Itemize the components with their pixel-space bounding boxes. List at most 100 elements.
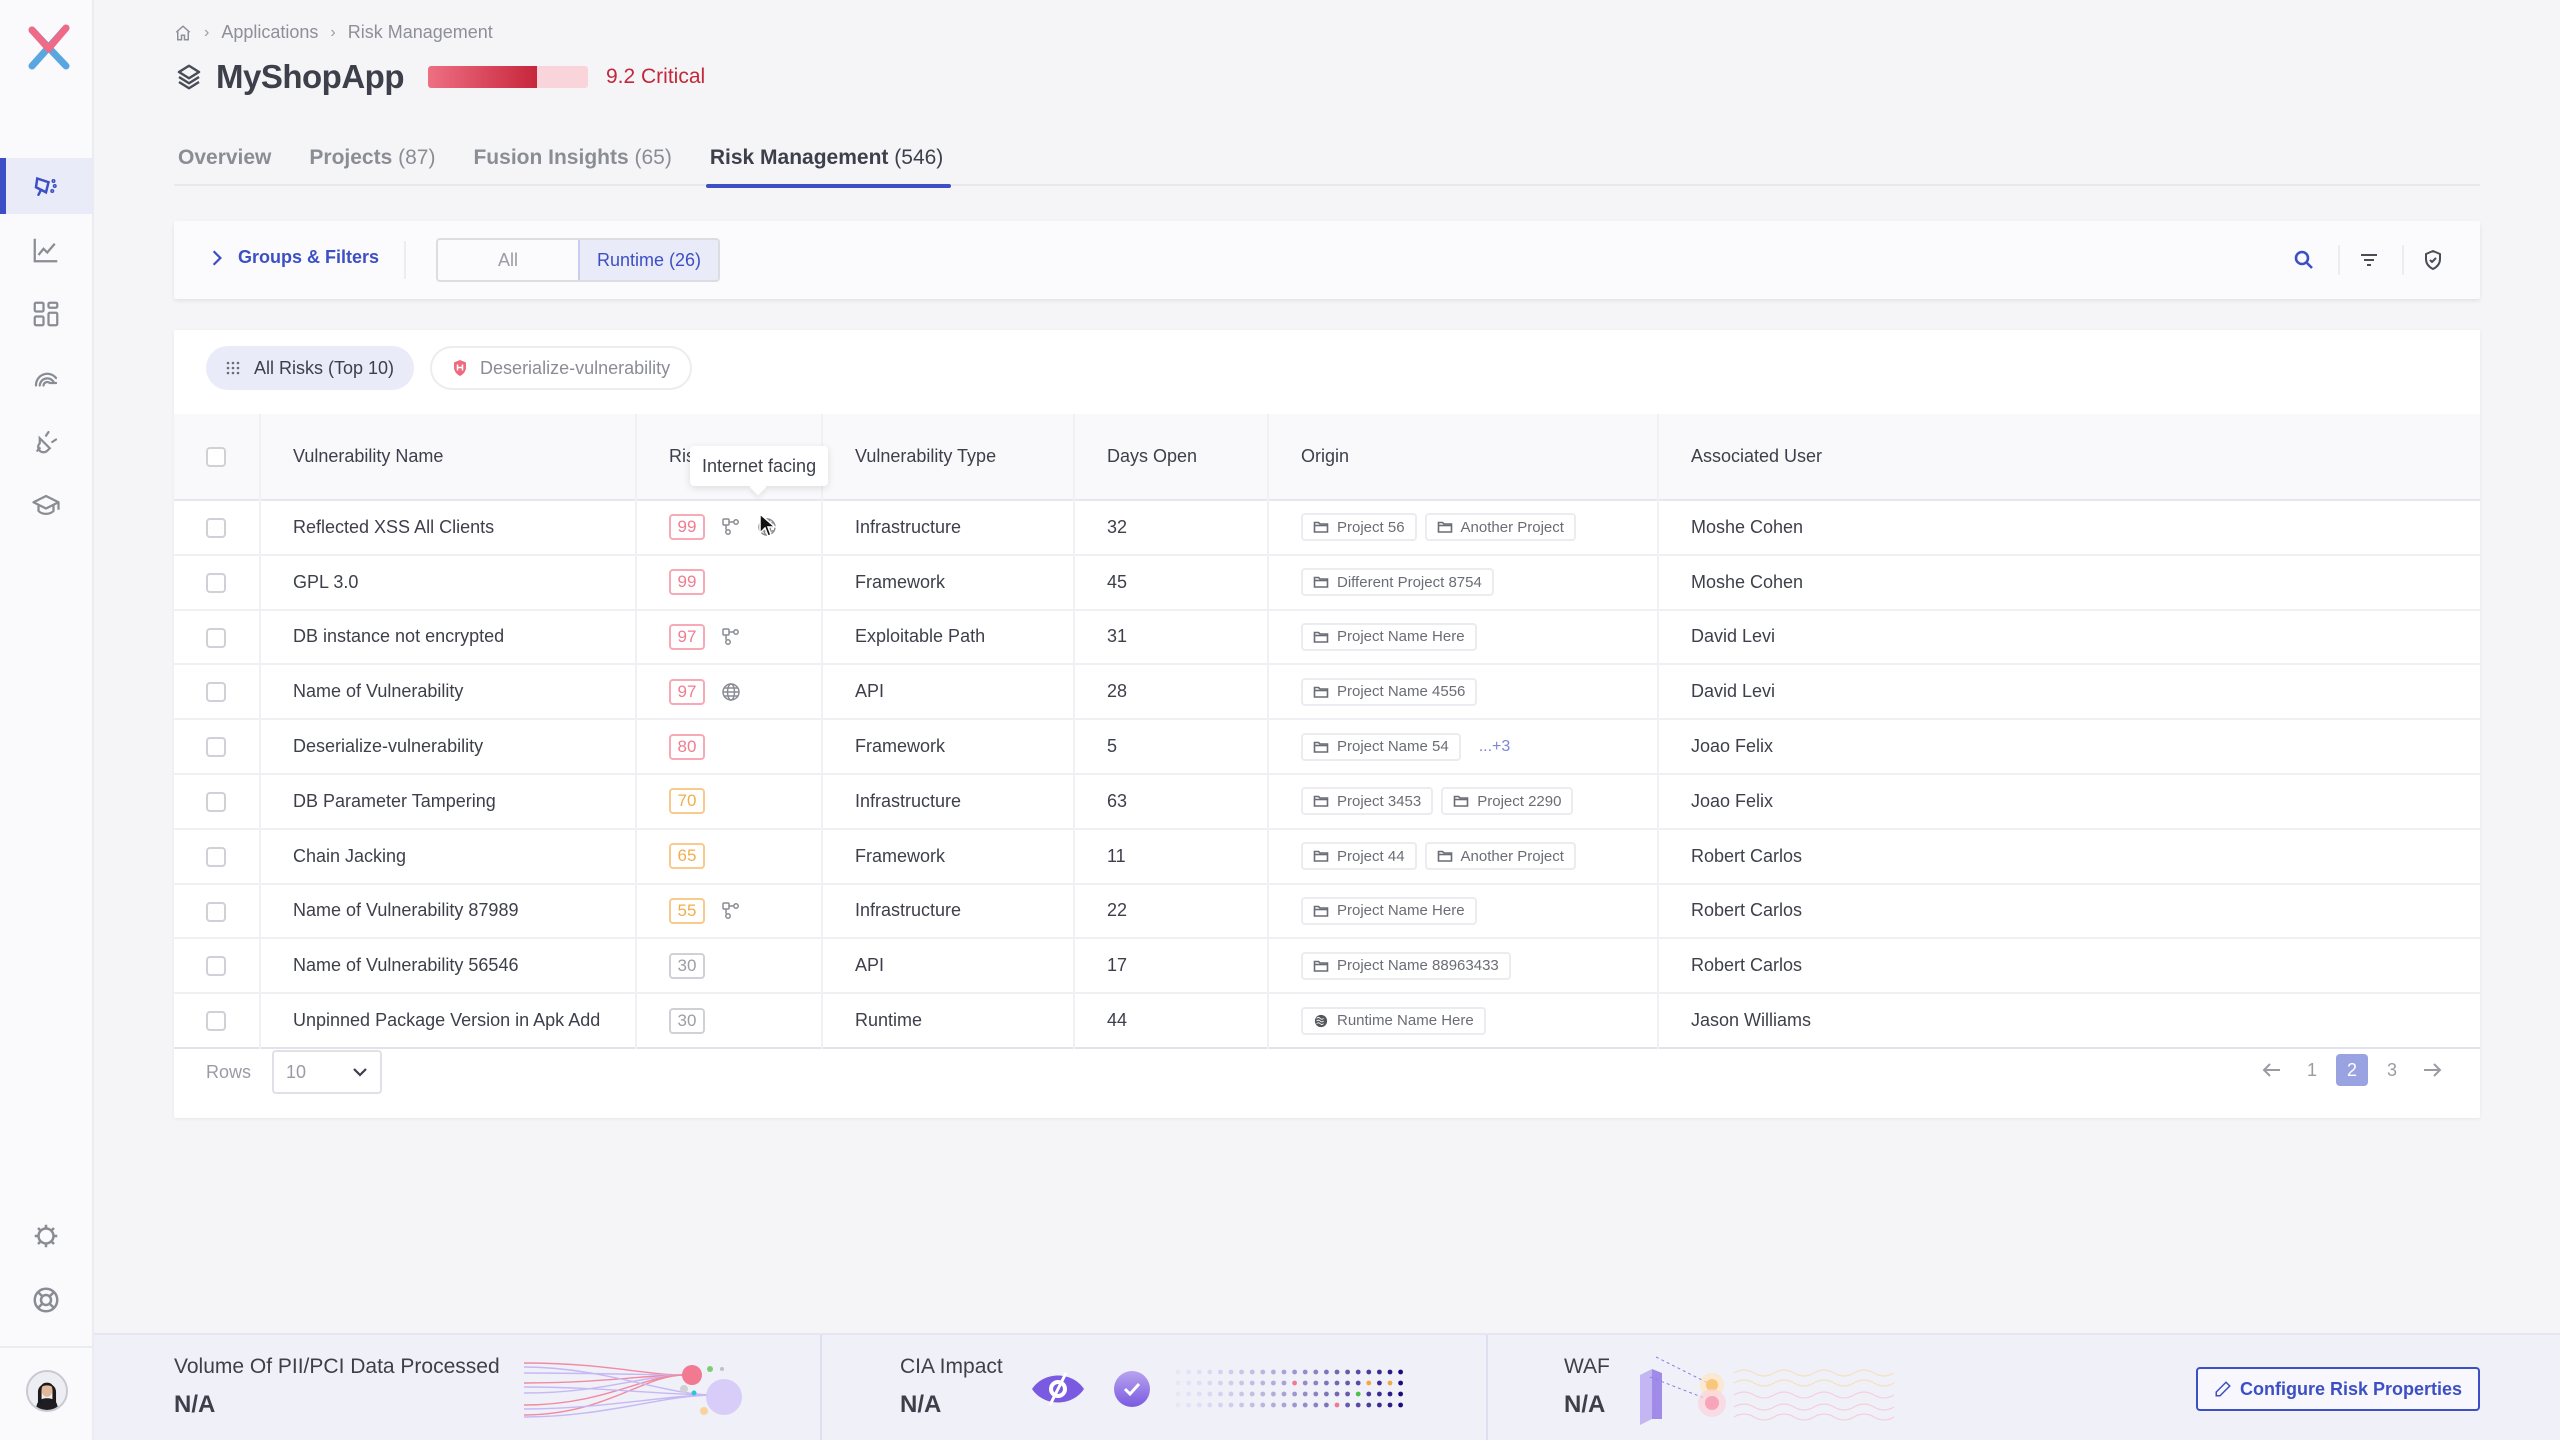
exploitable-path-icon[interactable] [721, 901, 741, 921]
row-checkbox[interactable] [206, 627, 226, 648]
groups-filters-toggle[interactable]: Groups & Filters [210, 247, 379, 268]
rows-per-page-select[interactable]: 10 [272, 1050, 382, 1094]
sidebar-divider [0, 1346, 92, 1348]
pagination: 1 2 3 [2256, 1054, 2448, 1086]
header-associated-user[interactable]: Associated User [1658, 414, 2480, 500]
table-row[interactable]: Chain Jacking 65 Framework 11 Project 44 Anot… [174, 828, 2480, 884]
configure-risk-properties-button[interactable]: Configure Risk Properties [2196, 1367, 2480, 1411]
table-row[interactable]: Name of Vulnerability 97 API 28 Project Name… [174, 664, 2480, 720]
row-checkbox[interactable] [206, 572, 226, 593]
table-row[interactable]: GPL 3.0 99 Framework 45 Different Project 87… [174, 554, 2480, 610]
next-page-button[interactable] [2416, 1054, 2448, 1086]
nav-help[interactable] [0, 1272, 92, 1328]
shield-button[interactable] [2416, 243, 2450, 277]
pencil-icon [2215, 1381, 2231, 1397]
origin-tag[interactable]: Project 2290 [1441, 787, 1574, 816]
shield-h-icon [454, 360, 467, 376]
cell-vulnerability-name[interactable]: GPL 3.0 [260, 554, 637, 610]
search-button[interactable] [2287, 243, 2321, 277]
row-checkbox[interactable] [206, 846, 226, 867]
row-checkbox[interactable] [206, 518, 226, 539]
tab-risk-management[interactable]: Risk Management (546) [705, 140, 952, 188]
cell-vulnerability-name[interactable]: Name of Vulnerability 87989 [260, 883, 637, 939]
header-vulnerability-name[interactable]: Vulnerability Name [260, 414, 637, 500]
layers-icon [177, 64, 201, 90]
origin-tag[interactable]: Another Project [1424, 842, 1576, 871]
row-checkbox[interactable] [206, 1011, 226, 1032]
origin-tag[interactable]: Project 44 [1301, 842, 1417, 871]
cell-vulnerability-name[interactable]: DB instance not encrypted [260, 609, 637, 665]
row-checkbox[interactable] [206, 901, 226, 922]
segment-all[interactable]: All [438, 240, 578, 280]
prev-page-button[interactable] [2256, 1054, 2288, 1086]
cell-vulnerability-name[interactable]: Chain Jacking [260, 828, 637, 884]
chevron-down-icon [353, 1068, 367, 1077]
origin-tag[interactable]: Project Name Here [1301, 896, 1477, 925]
select-all-checkbox[interactable] [206, 447, 226, 468]
tab-fusion-insights[interactable]: Fusion Insights (65) [469, 140, 675, 186]
origin-tag[interactable]: Runtime Name Here [1301, 1006, 1486, 1035]
breadcrumb-applications[interactable]: Applications [221, 22, 318, 43]
page-3-button[interactable]: 3 [2376, 1054, 2408, 1086]
row-checkbox[interactable] [206, 792, 226, 812]
row-checkbox[interactable] [206, 956, 226, 977]
nav-risk[interactable] [0, 158, 92, 214]
nav-analytics[interactable] [0, 222, 92, 278]
origin-tag[interactable]: Project 56 [1301, 513, 1417, 542]
waf-illustration-icon [1640, 1356, 1895, 1425]
origin-tag[interactable]: Project Name Here [1301, 622, 1477, 651]
origin-tag[interactable]: Project Name 4556 [1301, 677, 1478, 706]
tab-overview[interactable]: Overview [174, 140, 275, 186]
cell-days-open: 11 [1074, 828, 1269, 884]
more-origins-link[interactable]: ...+3 [1479, 738, 1511, 755]
tab-projects[interactable]: Projects (87) [305, 140, 439, 186]
cell-origin: Project 56 Another Project [1268, 500, 1659, 555]
matrix-dot [1196, 1380, 1202, 1386]
internet-facing-globe-icon[interactable] [721, 682, 741, 702]
cell-vulnerability-name[interactable]: DB Parameter Tampering [260, 773, 637, 829]
nav-settings[interactable] [0, 1208, 92, 1264]
folder-icon [1313, 576, 1329, 588]
logo-icon[interactable] [24, 22, 74, 74]
risk-score-badge: 70 [669, 788, 705, 815]
nav-dashboard[interactable] [0, 286, 92, 342]
table-row[interactable]: DB Parameter Tampering 70 Infrastructure 63… [174, 773, 2480, 829]
header-vulnerability-type[interactable]: Vulnerability Type [822, 414, 1075, 500]
table-row[interactable]: DB instance not encrypted 97 Exploitable P… [174, 609, 2480, 665]
exploitable-path-icon[interactable] [721, 627, 741, 647]
cell-vulnerability-name[interactable]: Name of Vulnerability [260, 664, 637, 720]
cell-vulnerability-name[interactable]: Reflected XSS All Clients [260, 500, 637, 555]
nav-integrations[interactable] [0, 414, 92, 470]
user-avatar[interactable] [26, 1370, 68, 1412]
cell-vulnerability-name[interactable]: Deserialize-vulnerability [260, 719, 637, 774]
cell-vulnerability-name[interactable]: Name of Vulnerability 56546 [260, 938, 637, 994]
grid-dots-icon [226, 361, 240, 375]
page-2-button[interactable]: 2 [2336, 1054, 2368, 1086]
table-row[interactable]: Unpinned Package Version in Apk Add 30 Run… [174, 993, 2480, 1048]
header-origin[interactable]: Origin [1268, 414, 1659, 500]
nav-signal[interactable] [0, 350, 92, 406]
nav-learning[interactable] [0, 478, 92, 534]
home-icon[interactable] [174, 24, 192, 42]
cell-vulnerability-name[interactable]: Unpinned Package Version in Apk Add [260, 993, 637, 1048]
table-row[interactable]: Name of Vulnerability 56546 30 API 17 Projec… [174, 938, 2480, 994]
origin-tag[interactable]: Project Name 54 [1301, 732, 1461, 761]
table-row[interactable]: Reflected XSS All Clients 99 Infrastructur… [174, 500, 2480, 555]
row-checkbox[interactable] [206, 682, 226, 703]
header-days-open[interactable]: Days Open [1074, 414, 1269, 500]
exploitable-path-icon[interactable] [721, 517, 741, 537]
segment-runtime[interactable]: Runtime (26) [578, 240, 718, 280]
filter-button[interactable] [2352, 243, 2386, 277]
origin-tag[interactable]: Project Name 88963433 [1301, 951, 1511, 980]
table-row[interactable]: Name of Vulnerability 87989 55 Infrastruct… [174, 883, 2480, 939]
chip-all-risks[interactable]: All Risks (Top 10) [206, 346, 415, 390]
origin-tag[interactable]: Project 3453 [1301, 787, 1434, 816]
origin-tag[interactable]: Another Project [1424, 513, 1576, 542]
chip-deserialize-vulnerability[interactable]: Deserialize-vulnerability [430, 346, 693, 390]
page-1-button[interactable]: 1 [2296, 1054, 2328, 1086]
matrix-dot [1260, 1380, 1266, 1386]
table-header-row: Vulnerability Name Risk Score Vulnerabil… [174, 414, 2480, 500]
table-row[interactable]: Deserialize-vulnerability 80 Framework 5 Pro… [174, 719, 2480, 774]
row-checkbox[interactable] [206, 737, 226, 758]
origin-tag[interactable]: Different Project 8754 [1301, 568, 1494, 597]
